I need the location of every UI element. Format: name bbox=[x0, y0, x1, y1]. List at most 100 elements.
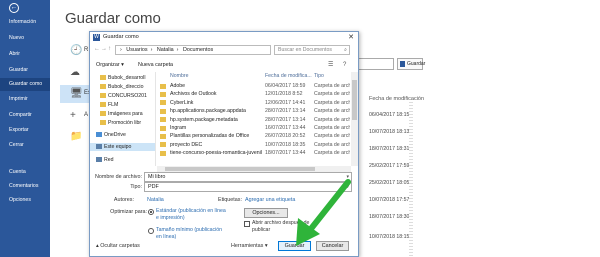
file-row[interactable]: Plantillas personalizadas de Office 26/07… bbox=[157, 132, 350, 140]
folder-icon bbox=[100, 102, 106, 107]
sidebar-item-new[interactable]: Nuevo bbox=[0, 32, 50, 45]
new-folder-button[interactable]: Nueva carpeta bbox=[138, 59, 173, 71]
sidebar-item-feedback[interactable]: Comentarios bbox=[0, 180, 50, 193]
nav-item-onedrive[interactable]: OneDrive bbox=[90, 131, 155, 139]
up-icon[interactable]: ↑ bbox=[108, 46, 111, 52]
breadcrumb-natalia[interactable]: Natalia bbox=[157, 47, 174, 53]
back-arrow-icon[interactable]: ← bbox=[9, 3, 19, 13]
help-icon[interactable]: ? bbox=[343, 61, 346, 69]
optimize-label: Optimizar para: bbox=[110, 209, 147, 215]
authors-label: Autores: bbox=[113, 197, 134, 203]
backstage-save-button[interactable]: Guardar bbox=[397, 58, 425, 70]
nav-item-this-pc[interactable]: Este equipo bbox=[90, 143, 155, 151]
hide-folders-toggle[interactable]: ▴ Ocultar carpetas bbox=[96, 243, 140, 249]
file-row[interactable]: Adobe06/04/2017 18:59Carpeta de archivo bbox=[157, 82, 350, 90]
close-icon[interactable]: ✕ bbox=[348, 32, 354, 43]
file-row[interactable]: tiene-concurso-poesia-romantica-juvenil 1… bbox=[157, 149, 350, 157]
optimize-minimum-label[interactable]: Tamaño mínimo (publicación en línea) bbox=[156, 227, 226, 240]
nav-item[interactable]: Promoción libr bbox=[90, 119, 155, 127]
date-cell: 10/07/2018 18:15 bbox=[369, 234, 410, 240]
file-row[interactable]: hp.system.package.metadata 28/07/2017 13:… bbox=[157, 116, 350, 124]
file-list: Nombre Fecha de modifica... Tipo Adobe 06… bbox=[157, 72, 350, 166]
navigation-pane: Bubok_desarroll Bubok_direccio CONCURSO2… bbox=[90, 72, 156, 166]
nav-item-network[interactable]: Red bbox=[90, 156, 155, 164]
sidebar-item-export[interactable]: Exportar bbox=[0, 124, 50, 137]
authors-value[interactable]: Natalia bbox=[147, 197, 164, 203]
optimize-standard-radio[interactable] bbox=[148, 209, 154, 215]
file-row[interactable]: hp.applications.package.appdata 28/07/201… bbox=[157, 107, 350, 115]
scrollbar-thumb[interactable] bbox=[165, 167, 315, 171]
backstage-filename-field[interactable] bbox=[356, 58, 394, 70]
backstage-sidebar: ← Información Nuevo Abrir Guardar Guarda… bbox=[0, 0, 50, 257]
date-column-header: Fecha de modificación bbox=[369, 96, 425, 102]
column-header-date[interactable]: Fecha de modifica... bbox=[265, 73, 312, 79]
search-input[interactable]: Buscar en Documentos ⌕ bbox=[274, 45, 350, 55]
date-cell: 06/04/2017 18:15 bbox=[369, 112, 410, 118]
plus-icon: + bbox=[70, 110, 76, 121]
file-row[interactable]: Archivos de Outlook 12/01/2018 8:52 Carpet… bbox=[157, 90, 350, 98]
folder-icon bbox=[100, 93, 106, 98]
breadcrumb-documents[interactable]: Documentos bbox=[183, 47, 213, 53]
folder-icon bbox=[160, 142, 166, 148]
chevron-right-icon: › bbox=[120, 47, 122, 53]
date-cell: 25/02/2017 18:05 bbox=[369, 180, 410, 186]
filename-label: Nombre de archivo: bbox=[94, 174, 142, 180]
nav-item[interactable]: Bubok_desarroll bbox=[90, 74, 155, 82]
scrollbar-thumb[interactable] bbox=[352, 80, 357, 120]
type-select[interactable]: PDF ▾ bbox=[144, 182, 352, 192]
sidebar-item-account[interactable]: Cuenta bbox=[0, 166, 50, 179]
chevron-down-icon[interactable]: ▾ bbox=[346, 173, 349, 181]
back-icon[interactable]: ← bbox=[94, 46, 100, 52]
sidebar-item-save-as[interactable]: Guardar como bbox=[0, 78, 50, 91]
sidebar-item-print[interactable]: Imprimir bbox=[0, 93, 50, 106]
save-button[interactable]: Guardar bbox=[278, 241, 311, 251]
column-header-name[interactable]: Nombre bbox=[170, 73, 188, 79]
folder-icon bbox=[100, 111, 106, 116]
network-icon bbox=[96, 157, 102, 162]
address-bar[interactable]: › Usuarios › Natalia › Documentos bbox=[115, 45, 271, 55]
backstage-scrollbar[interactable] bbox=[409, 100, 413, 257]
file-list-scrollbar[interactable] bbox=[351, 72, 358, 166]
sidebar-item-save[interactable]: Guardar bbox=[0, 64, 50, 77]
nav-item[interactable]: Bubok_direccio bbox=[90, 83, 155, 91]
file-row[interactable]: proyecto DEC 10/07/2018 18:35 Carpeta de a… bbox=[157, 141, 350, 149]
file-row[interactable]: CyberLink12/06/2017 14:41Carpeta de arch… bbox=[157, 99, 350, 107]
nav-item[interactable]: CONCURSO201 bbox=[90, 92, 155, 100]
open-after-publish-checkbox[interactable] bbox=[244, 221, 250, 227]
optimize-standard-label[interactable]: Estándar (publicación en línea e impresi… bbox=[156, 208, 226, 221]
nav-item[interactable]: Imágenes para bbox=[90, 110, 155, 118]
folder-icon bbox=[160, 150, 166, 156]
breadcrumb-users[interactable]: Usuarios bbox=[126, 47, 147, 53]
file-row[interactable]: Ingram16/07/2017 13:44Carpeta de archivo bbox=[157, 124, 350, 132]
filename-input[interactable]: Mi libro ▾ bbox=[144, 172, 352, 182]
nav-item[interactable]: FLM bbox=[90, 101, 155, 109]
clock-icon: 🕘 bbox=[70, 45, 83, 56]
sidebar-item-options[interactable]: Opciones bbox=[0, 194, 50, 207]
folder-icon bbox=[160, 83, 166, 89]
options-button[interactable]: Opciones... bbox=[244, 208, 288, 218]
column-header-type[interactable]: Tipo bbox=[314, 73, 324, 79]
word-icon: W bbox=[93, 34, 100, 41]
dialog-titlebar: W Guardar como ✕ bbox=[90, 32, 358, 43]
tags-value[interactable]: Agregar una etiqueta bbox=[245, 197, 295, 203]
folder-icon bbox=[100, 84, 106, 89]
organize-menu[interactable]: Organizar ▾ bbox=[96, 59, 124, 71]
forward-icon[interactable]: → bbox=[101, 46, 107, 52]
cancel-button[interactable]: Cancelar bbox=[316, 241, 349, 251]
folder-icon bbox=[160, 108, 166, 114]
search-icon: ⌕ bbox=[344, 47, 347, 53]
date-cell: 10/07/2018 17:57 bbox=[369, 197, 410, 203]
chevron-down-icon[interactable]: ▾ bbox=[346, 183, 349, 191]
tools-menu[interactable]: Herramientas ▾ bbox=[231, 243, 268, 249]
save-icon bbox=[400, 61, 405, 67]
sidebar-item-share[interactable]: Compartir bbox=[0, 109, 50, 122]
view-options-icon[interactable]: ☰ bbox=[328, 61, 333, 69]
sidebar-item-open[interactable]: Abrir bbox=[0, 48, 50, 61]
folder-icon bbox=[160, 117, 166, 123]
tags-label: Etiquetas: bbox=[218, 197, 242, 203]
open-after-publish-label[interactable]: Abrir archivo después de publicar bbox=[252, 220, 312, 233]
sidebar-item-info[interactable]: Información bbox=[0, 16, 50, 29]
computer-icon bbox=[96, 144, 102, 149]
sidebar-item-close[interactable]: Cerrar bbox=[0, 139, 50, 152]
optimize-minimum-radio[interactable] bbox=[148, 228, 154, 234]
